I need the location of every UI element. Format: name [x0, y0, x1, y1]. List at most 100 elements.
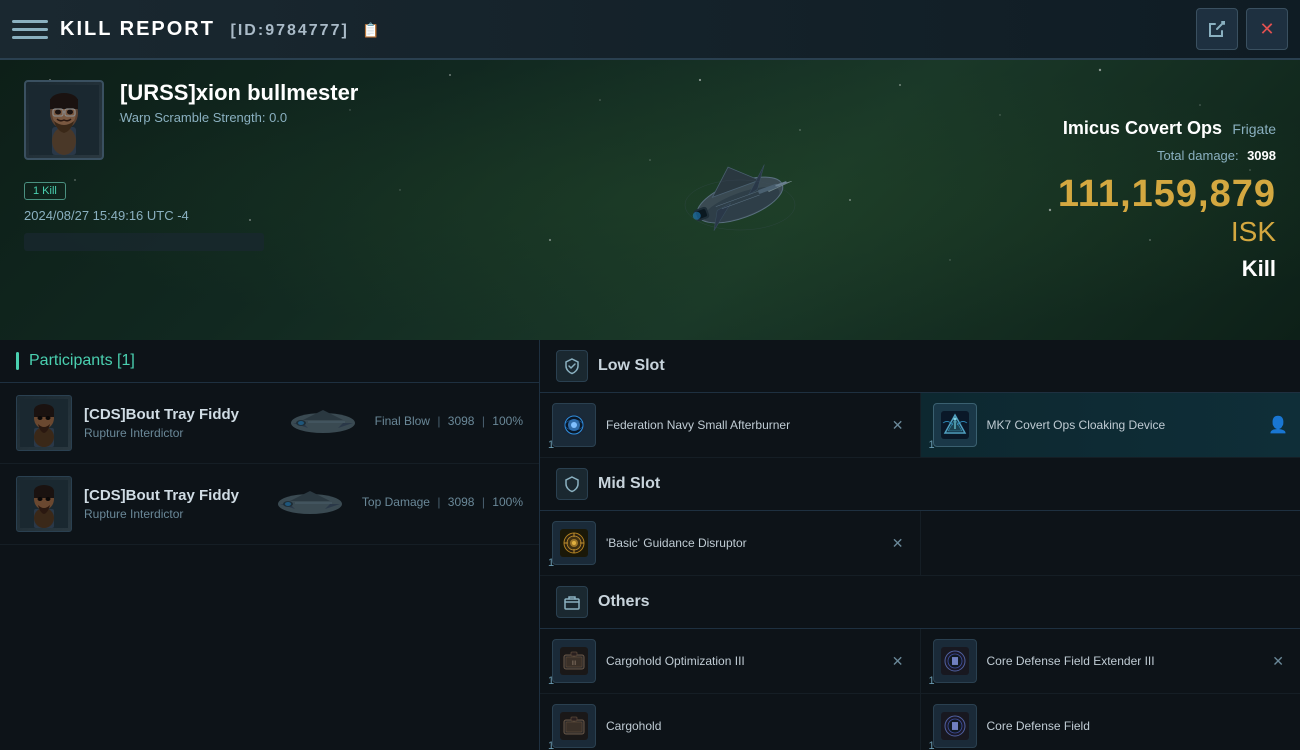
item-qty: 1: [548, 675, 554, 687]
damage-line: Total damage: 3098: [1004, 147, 1276, 165]
mid-slot-title: Mid Slot: [598, 475, 660, 493]
participant-ship-img: [283, 398, 363, 448]
cloaking-icon: [941, 411, 969, 439]
stat-percent: 100%: [492, 414, 523, 428]
item-icon: [552, 704, 596, 748]
stat-damage: 3098: [448, 414, 475, 428]
participant-avatar: [16, 395, 72, 451]
participant-info: [CDS]Bout Tray Fiddy Rupture Interdictor: [84, 487, 258, 521]
cargohold-icon: III: [560, 647, 588, 675]
pilot-name: [URSS]xion bullmester: [120, 80, 476, 106]
participants-panel: Participants [1] [CDS]Bout Tray Fiddy: [0, 340, 540, 750]
participant-name: [CDS]Bout Tray Fiddy: [84, 487, 258, 504]
low-slot-title: Low Slot: [598, 357, 665, 375]
ship-image-area: [500, 60, 980, 340]
damage-label: Total damage:: [1157, 148, 1239, 163]
ship-type: Imicus Covert Ops: [1063, 118, 1222, 138]
mid-slot-items: 1 'Basic' Guidance Disruptor: [540, 511, 1300, 576]
avatar-image: [29, 85, 99, 155]
stat-type: Final Blow | 3098 | 100%: [375, 414, 523, 428]
item-cell[interactable]: 1 MK7 Covert Ops Cloaking Device: [921, 393, 1300, 457]
item-name: MK7 Covert Ops Cloaking Device: [987, 417, 1259, 434]
item-qty: 1: [548, 557, 554, 569]
participant-item[interactable]: [CDS]Bout Tray Fiddy Rupture Interdictor…: [0, 464, 539, 545]
item-cell[interactable]: 1 Core Defense Field Extender III ✕: [921, 629, 1300, 693]
item-remove-button[interactable]: ✕: [888, 413, 908, 438]
others-header: Others: [540, 576, 1300, 629]
ship-thumbnail: [283, 398, 363, 448]
isk-line: 111,159,879 ISK: [1004, 173, 1276, 248]
disruptor-icon: [560, 529, 588, 557]
ship-type-line: Imicus Covert Ops Frigate: [1004, 118, 1276, 139]
item-icon: [552, 403, 596, 447]
participant-name: [CDS]Bout Tray Fiddy: [84, 406, 271, 423]
stat-type-label: Top Damage: [362, 495, 430, 509]
stat-type: Top Damage | 3098 | 100%: [362, 495, 523, 509]
participant-info: [CDS]Bout Tray Fiddy Rupture Interdictor: [84, 406, 271, 440]
participant-avatar: [16, 476, 72, 532]
item-qty: 1: [929, 439, 935, 451]
cargohold2-icon: [560, 712, 588, 740]
kill-badge: 1 Kill: [24, 182, 66, 200]
item-cell[interactable]: 1 Federation Navy Small Afterburner ✕: [540, 393, 921, 457]
participant-stats: Final Blow | 3098 | 100%: [375, 414, 523, 432]
low-slot-header: Low Slot: [540, 340, 1300, 393]
svg-text:III: III: [571, 661, 576, 667]
others-icon: [556, 586, 588, 618]
result-label: Kill: [1004, 256, 1276, 282]
box-icon: [563, 593, 581, 611]
participant-ship-img: [270, 479, 350, 529]
item-remove-button[interactable]: ✕: [888, 531, 908, 556]
participant-item[interactable]: [CDS]Bout Tray Fiddy Rupture Interdictor…: [0, 383, 539, 464]
kill-time: 2024/08/27 15:49:16 UTC -4: [24, 208, 476, 223]
low-slot-icon: [556, 350, 588, 382]
ship-class: Frigate: [1232, 121, 1276, 137]
item-cell[interactable]: 1 Cargohold: [540, 694, 921, 750]
damage-value: 3098: [1247, 148, 1276, 163]
others-items-row1: 1 III Cargohold Optimization III ✕: [540, 629, 1300, 694]
participant-avatar-image: [20, 399, 68, 447]
item-icon: [552, 521, 596, 565]
ship-svg: [640, 110, 840, 290]
copy-icon[interactable]: 📋: [362, 22, 381, 38]
item-cell[interactable]: 1 III Cargohold Optimization III ✕: [540, 629, 921, 693]
stat-percent: 100%: [492, 495, 523, 509]
item-qty: 1: [548, 439, 554, 451]
others-items-row2: 1 Cargohold 1: [540, 694, 1300, 750]
item-icon: [933, 403, 977, 447]
participant-stats: Top Damage | 3098 | 100%: [362, 495, 523, 513]
core-defense2-icon: [941, 712, 969, 740]
item-name: 'Basic' Guidance Disruptor: [606, 535, 878, 552]
close-button[interactable]: ✕: [1246, 8, 1288, 50]
item-remove-button[interactable]: ✕: [1268, 649, 1288, 674]
isk-value: 111,159,879: [1058, 173, 1276, 215]
header: KILL REPORT [ID:9784777] 📋 ✕: [0, 0, 1300, 60]
warp-scramble-stat: Warp Scramble Strength: 0.0: [120, 110, 476, 125]
equipment-panel: Low Slot 1 Federation Navy Small After: [540, 340, 1300, 750]
pilot-info: [URSS]xion bullmester Warp Scramble Stre…: [0, 60, 500, 340]
stat-type-label: Final Blow: [375, 414, 430, 428]
item-cell[interactable]: 1 'Basic' Guidance Disruptor: [540, 511, 921, 575]
person-icon: 👤: [1268, 415, 1288, 435]
participant-ship: Rupture Interdictor: [84, 507, 258, 521]
participants-header: Participants [1]: [0, 340, 539, 383]
header-title: KILL REPORT [ID:9784777] 📋: [60, 18, 1196, 41]
share-button[interactable]: [1196, 8, 1238, 50]
item-name: Federation Navy Small Afterburner: [606, 417, 878, 434]
others-title: Others: [598, 593, 650, 611]
mid-slot-header: Mid Slot: [540, 458, 1300, 511]
title-text: KILL REPORT: [60, 18, 215, 40]
item-remove-button[interactable]: ✕: [888, 649, 908, 674]
participants-title: Participants [1]: [29, 352, 135, 370]
item-cell-empty: [921, 511, 1300, 575]
participant-ship: Rupture Interdictor: [84, 426, 271, 440]
item-name: Core Defense Field Extender III: [987, 653, 1259, 670]
core-defense-icon: [941, 647, 969, 675]
top-section: [URSS]xion bullmester Warp Scramble Stre…: [0, 60, 1300, 340]
kill-stats: Imicus Covert Ops Frigate Total damage: …: [980, 60, 1300, 340]
pilot-top: [URSS]xion bullmester Warp Scramble Stre…: [24, 80, 476, 160]
menu-button[interactable]: [12, 11, 48, 47]
item-cell[interactable]: 1 Core Defense Field: [921, 694, 1300, 750]
item-icon: [933, 704, 977, 748]
bottom-section: Participants [1] [CDS]Bout Tray Fiddy: [0, 340, 1300, 750]
